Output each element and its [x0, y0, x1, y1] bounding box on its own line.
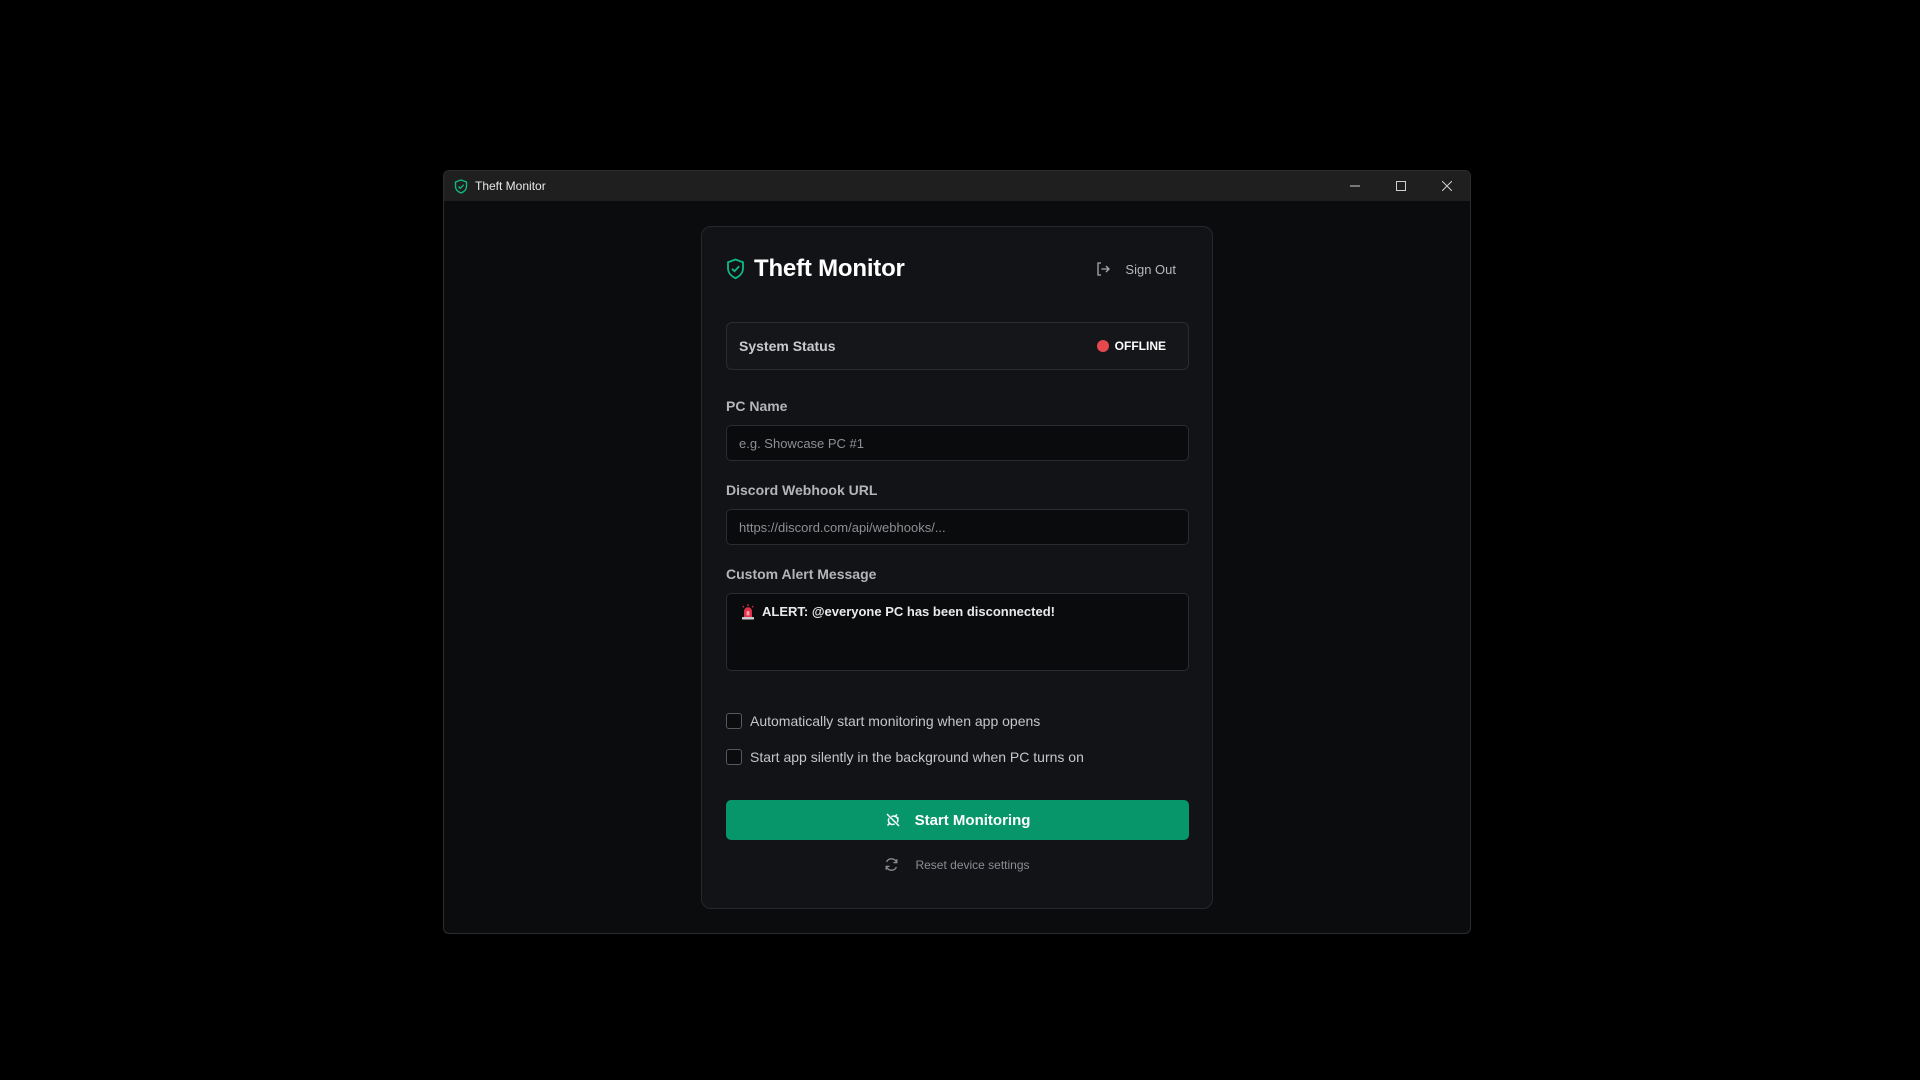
- title-bar[interactable]: Theft Monitor: [444, 171, 1470, 201]
- option-silent-start[interactable]: Start app silently in the background whe…: [726, 749, 1084, 765]
- logout-icon: [1095, 261, 1111, 277]
- minimize-icon: [1350, 185, 1360, 187]
- unplug-icon: [885, 812, 901, 828]
- sign-out-button[interactable]: Sign Out: [1095, 255, 1176, 283]
- alert-message-value: ALERT: @everyone PC has been disconnecte…: [762, 604, 1055, 619]
- webhook-label: Discord Webhook URL: [726, 482, 878, 498]
- reset-device-settings-button[interactable]: Reset device settings: [702, 857, 1212, 872]
- window-controls: [1332, 171, 1470, 201]
- monitor-card: Theft Monitor Sign Out System Status OFF…: [701, 226, 1213, 909]
- silent-start-checkbox[interactable]: [726, 749, 742, 765]
- alert-message-textarea[interactable]: ALERT: @everyone PC has been disconnecte…: [726, 593, 1189, 671]
- start-monitoring-label: Start Monitoring: [914, 811, 1031, 829]
- pc-name-input[interactable]: [726, 425, 1189, 461]
- refresh-icon: [884, 857, 899, 872]
- window-title: Theft Monitor: [475, 179, 546, 193]
- app-window: Theft Monitor Theft Monitor Sign Out Sys…: [443, 170, 1471, 934]
- maximize-icon: [1396, 181, 1406, 191]
- status-dot-icon: [1096, 340, 1109, 352]
- close-button[interactable]: [1424, 171, 1470, 201]
- siren-icon: [741, 604, 755, 620]
- start-monitoring-button[interactable]: Start Monitoring: [726, 800, 1189, 840]
- system-status: System Status OFFLINE: [726, 322, 1189, 370]
- reset-device-settings-label: Reset device settings: [915, 857, 1030, 872]
- maximize-button[interactable]: [1378, 171, 1424, 201]
- auto-start-checkbox[interactable]: [726, 713, 742, 729]
- shield-check-icon: [453, 178, 469, 194]
- minimize-button[interactable]: [1332, 171, 1378, 201]
- card-header: Theft Monitor Sign Out: [726, 255, 1188, 283]
- shield-check-icon: [726, 258, 745, 280]
- auto-start-label: Automatically start monitoring when app …: [750, 713, 1041, 729]
- close-icon: [1442, 181, 1452, 191]
- status-value: OFFLINE: [1114, 339, 1166, 353]
- pc-name-label: PC Name: [726, 398, 788, 414]
- alert-message-label: Custom Alert Message: [726, 566, 877, 582]
- option-auto-start[interactable]: Automatically start monitoring when app …: [726, 713, 1040, 729]
- webhook-url-input[interactable]: [726, 509, 1189, 545]
- silent-start-label: Start app silently in the background whe…: [750, 749, 1084, 765]
- sign-out-label: Sign Out: [1125, 261, 1176, 277]
- app-title: Theft Monitor: [754, 255, 905, 282]
- status-badge: OFFLINE: [1096, 339, 1166, 353]
- system-status-label: System Status: [739, 338, 836, 354]
